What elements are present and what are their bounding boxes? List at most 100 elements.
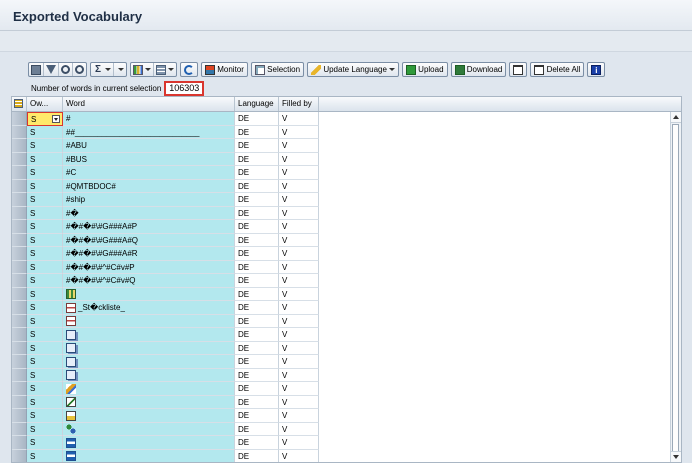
table-row[interactable]: S #�#�#\#G###A#P DE V [12, 220, 681, 234]
table-row[interactable]: S #�#�#\#G###A#Q DE V [12, 233, 681, 247]
owner-cell[interactable]: S [27, 287, 63, 301]
filled-by-cell[interactable]: V [279, 301, 319, 315]
filled-by-cell[interactable]: V [279, 355, 319, 369]
filled-by-cell[interactable]: V [279, 233, 319, 247]
table-row[interactable]: S #ABU DE V [12, 139, 681, 153]
table-row[interactable]: S #�#�#\#^#C#v#P DE V [12, 260, 681, 274]
language-cell[interactable]: DE [235, 247, 279, 261]
owner-cell[interactable]: S [27, 166, 63, 180]
filled-by-cell[interactable]: V [279, 395, 319, 409]
word-cell[interactable] [63, 314, 235, 328]
owner-cell[interactable]: S [27, 355, 63, 369]
column-header-owner[interactable]: Ow... [27, 97, 63, 111]
filter-button[interactable] [44, 63, 59, 76]
delete-button[interactable] [509, 62, 528, 77]
table-row[interactable]: S DE V [12, 328, 681, 342]
word-cell[interactable]: #QMTBDOC# [63, 179, 235, 193]
language-cell[interactable]: DE [235, 436, 279, 450]
table-row[interactable]: S DE V [12, 422, 681, 436]
row-selector[interactable] [12, 395, 27, 409]
owner-cell[interactable]: S [27, 341, 63, 355]
table-row[interactable]: S #BUS DE V [12, 152, 681, 166]
filled-by-cell[interactable]: V [279, 247, 319, 261]
owner-cell[interactable]: S [27, 125, 63, 139]
table-row[interactable]: S DE V [12, 341, 681, 355]
table-row[interactable]: S # DE V [12, 112, 681, 126]
filled-by-cell[interactable]: V [279, 206, 319, 220]
upload-button[interactable]: Upload [401, 62, 448, 77]
row-selector[interactable] [12, 193, 27, 207]
filled-by-cell[interactable]: V [279, 368, 319, 382]
owner-cell[interactable]: S [27, 206, 63, 220]
filled-by-cell[interactable]: V [279, 125, 319, 139]
owner-cell[interactable]: S [27, 260, 63, 274]
word-cell[interactable]: #�#�#\#G###A#R [63, 247, 235, 261]
word-cell[interactable] [63, 382, 235, 396]
word-cell[interactable] [63, 368, 235, 382]
filled-by-cell[interactable]: V [279, 179, 319, 193]
table-row[interactable]: S DE V [12, 314, 681, 328]
monitor-button[interactable]: Monitor [201, 62, 248, 77]
language-cell[interactable]: DE [235, 314, 279, 328]
language-cell[interactable]: DE [235, 287, 279, 301]
table-row[interactable]: S #�#�#\#G###A#R DE V [12, 247, 681, 261]
row-selector[interactable] [12, 152, 27, 166]
word-cell[interactable]: #� [63, 206, 235, 220]
filled-by-cell[interactable]: V [279, 220, 319, 234]
owner-cell[interactable]: S [27, 422, 63, 436]
filled-by-cell[interactable]: V [279, 328, 319, 342]
filled-by-cell[interactable]: V [279, 449, 319, 462]
row-selector[interactable] [12, 301, 27, 315]
language-cell[interactable]: DE [235, 260, 279, 274]
filled-by-cell[interactable]: V [279, 152, 319, 166]
table-row[interactable]: S DE V [12, 355, 681, 369]
owner-cell[interactable]: S [27, 395, 63, 409]
owner-cell[interactable]: S [27, 233, 63, 247]
filled-by-cell[interactable]: V [279, 409, 319, 423]
sum-button[interactable]: Σ [91, 63, 114, 76]
row-selector[interactable] [12, 220, 27, 234]
filled-by-cell[interactable]: V [279, 274, 319, 288]
language-cell[interactable]: DE [235, 328, 279, 342]
find-button[interactable] [59, 63, 73, 76]
language-cell[interactable]: DE [235, 368, 279, 382]
column-header-language[interactable]: Language [235, 97, 279, 111]
language-cell[interactable]: DE [235, 179, 279, 193]
language-cell[interactable]: DE [235, 409, 279, 423]
row-selector[interactable] [12, 314, 27, 328]
filled-by-cell[interactable]: V [279, 422, 319, 436]
row-selector[interactable] [12, 206, 27, 220]
owner-cell[interactable]: S [27, 179, 63, 193]
filled-by-cell[interactable]: V [279, 112, 319, 126]
table-row[interactable]: S #ship DE V [12, 193, 681, 207]
row-selector[interactable] [12, 382, 27, 396]
filled-by-cell[interactable]: V [279, 382, 319, 396]
row-selector[interactable] [12, 112, 27, 126]
filled-by-cell[interactable]: V [279, 341, 319, 355]
scroll-thumb[interactable] [672, 124, 679, 454]
language-cell[interactable]: DE [235, 112, 279, 126]
row-selector[interactable] [12, 233, 27, 247]
word-cell[interactable]: # [63, 112, 235, 126]
column-header-filled-by[interactable]: Filled by [279, 97, 319, 111]
filled-by-cell[interactable]: V [279, 193, 319, 207]
table-row[interactable]: S _St�ckliste_ DE V [12, 301, 681, 315]
word-cell[interactable] [63, 436, 235, 450]
row-selector[interactable] [12, 260, 27, 274]
print-button[interactable] [29, 63, 44, 76]
language-cell[interactable]: DE [235, 193, 279, 207]
owner-cell[interactable]: S [27, 152, 63, 166]
layout-menu-button[interactable] [12, 97, 27, 111]
filled-by-cell[interactable]: V [279, 287, 319, 301]
row-selector[interactable] [12, 139, 27, 153]
layout-button[interactable] [154, 63, 176, 76]
delete-all-button[interactable]: Delete All [530, 62, 585, 77]
update-language-button[interactable]: Update Language [307, 62, 399, 77]
language-cell[interactable]: DE [235, 139, 279, 153]
language-cell[interactable]: DE [235, 382, 279, 396]
row-selector[interactable] [12, 355, 27, 369]
owner-cell[interactable]: S [27, 328, 63, 342]
row-selector[interactable] [12, 422, 27, 436]
language-cell[interactable]: DE [235, 206, 279, 220]
owner-cell[interactable]: S [27, 274, 63, 288]
